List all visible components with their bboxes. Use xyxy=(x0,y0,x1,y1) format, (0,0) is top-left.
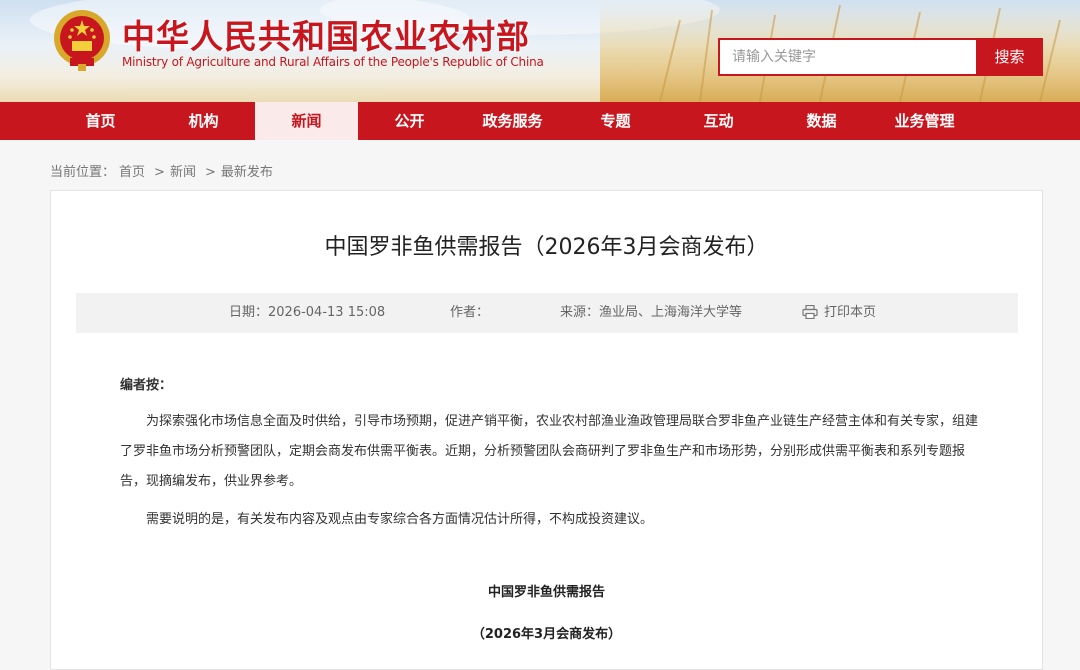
article-body: 编者按： 为探索强化市场信息全面及时供给，引导市场预期，促进产销平衡，农业农村部… xyxy=(120,371,980,543)
meta-date-value: 2026-04-13 15:08 xyxy=(268,305,386,320)
national-emblem-icon xyxy=(54,10,110,71)
breadcrumb-separator: > xyxy=(204,165,216,180)
article-paragraph: 为探索强化市场信息全面及时供给，引导市场预期，促进产销平衡，农业农村部渔业渔政管… xyxy=(120,414,979,489)
search-input[interactable] xyxy=(720,40,976,74)
editor-note-label: 编者按： xyxy=(120,378,173,393)
nav-item-topics[interactable]: 专题 xyxy=(564,102,667,140)
main-nav: 首页 机构 新闻 公开 政务服务 专题 互动 数据 业务管理 xyxy=(0,102,1080,140)
nav-item-interaction[interactable]: 互动 xyxy=(667,102,770,140)
meta-author: 作者： xyxy=(450,293,489,333)
meta-date: 日期：2026-04-13 15:08 xyxy=(229,293,385,333)
breadcrumb-item-latest[interactable]: 最新发布 xyxy=(221,165,273,180)
search-box xyxy=(718,38,976,76)
article-title: 中国罗非鱼供需报告（2026年3月会商发布） xyxy=(324,235,769,260)
article-panel: 中国罗非鱼供需报告（2026年3月会商发布） 日期：2026-04-13 15:… xyxy=(50,190,1043,670)
site-title-en: Ministry of Agriculture and Rural Affair… xyxy=(122,55,544,69)
site-header: 中华人民共和国农业农村部 Ministry of Agriculture and… xyxy=(0,0,1080,102)
search-button[interactable]: 搜索 xyxy=(976,38,1043,76)
breadcrumb: 当前位置： 首页 > 新闻 > 最新发布 xyxy=(50,161,277,180)
nav-item-home[interactable]: 首页 xyxy=(49,102,152,140)
meta-source: 来源：渔业局、上海海洋大学等 xyxy=(560,293,742,333)
report-title: 中国罗非鱼供需报告 xyxy=(487,585,605,600)
print-page-label: 打印本页 xyxy=(824,305,877,320)
breadcrumb-item-home[interactable]: 首页 xyxy=(119,165,145,180)
printer-icon xyxy=(802,304,818,319)
meta-source-value: 渔业局、上海海洋大学等 xyxy=(599,305,743,320)
report-subtitle: （2026年3月会商发布） xyxy=(471,627,622,642)
meta-author-label: 作者： xyxy=(450,305,490,320)
breadcrumb-separator: > xyxy=(154,165,165,180)
nav-item-business-management[interactable]: 业务管理 xyxy=(873,102,976,140)
article-meta-bar: 日期：2026-04-13 15:08 作者： 来源：渔业局、上海海洋大学等 打… xyxy=(76,293,1018,333)
nav-item-organization[interactable]: 机构 xyxy=(152,102,255,140)
breadcrumb-prefix: 当前位置： xyxy=(50,165,116,180)
meta-source-label: 来源： xyxy=(560,305,600,320)
nav-item-government-services[interactable]: 政务服务 xyxy=(461,102,564,140)
print-page-button[interactable]: 打印本页 xyxy=(802,293,876,333)
nav-item-public[interactable]: 公开 xyxy=(358,102,461,140)
meta-date-label: 日期： xyxy=(229,305,269,320)
article-paragraph: 需要说明的是，有关发布内容及观点由专家综合各方面情况估计所得，不构成投资建议。 xyxy=(146,512,654,527)
site-title-cn: 中华人民共和国农业农村部 xyxy=(122,17,530,56)
nav-item-news[interactable]: 新闻 xyxy=(255,102,358,140)
nav-item-data[interactable]: 数据 xyxy=(770,102,873,140)
breadcrumb-item-news[interactable]: 新闻 xyxy=(170,165,196,180)
